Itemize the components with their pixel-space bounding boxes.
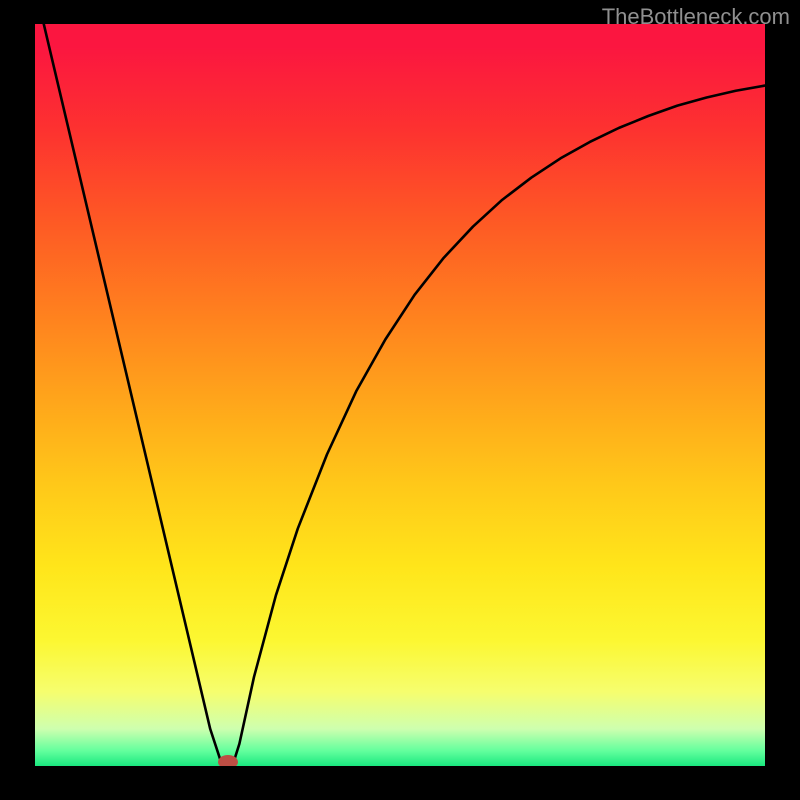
data-point-marker [218, 755, 238, 766]
chart-frame [35, 24, 765, 766]
curve-line [35, 24, 765, 762]
plot-area [35, 24, 765, 766]
chart-svg [35, 24, 765, 766]
attribution-label: TheBottleneck.com [602, 4, 790, 30]
